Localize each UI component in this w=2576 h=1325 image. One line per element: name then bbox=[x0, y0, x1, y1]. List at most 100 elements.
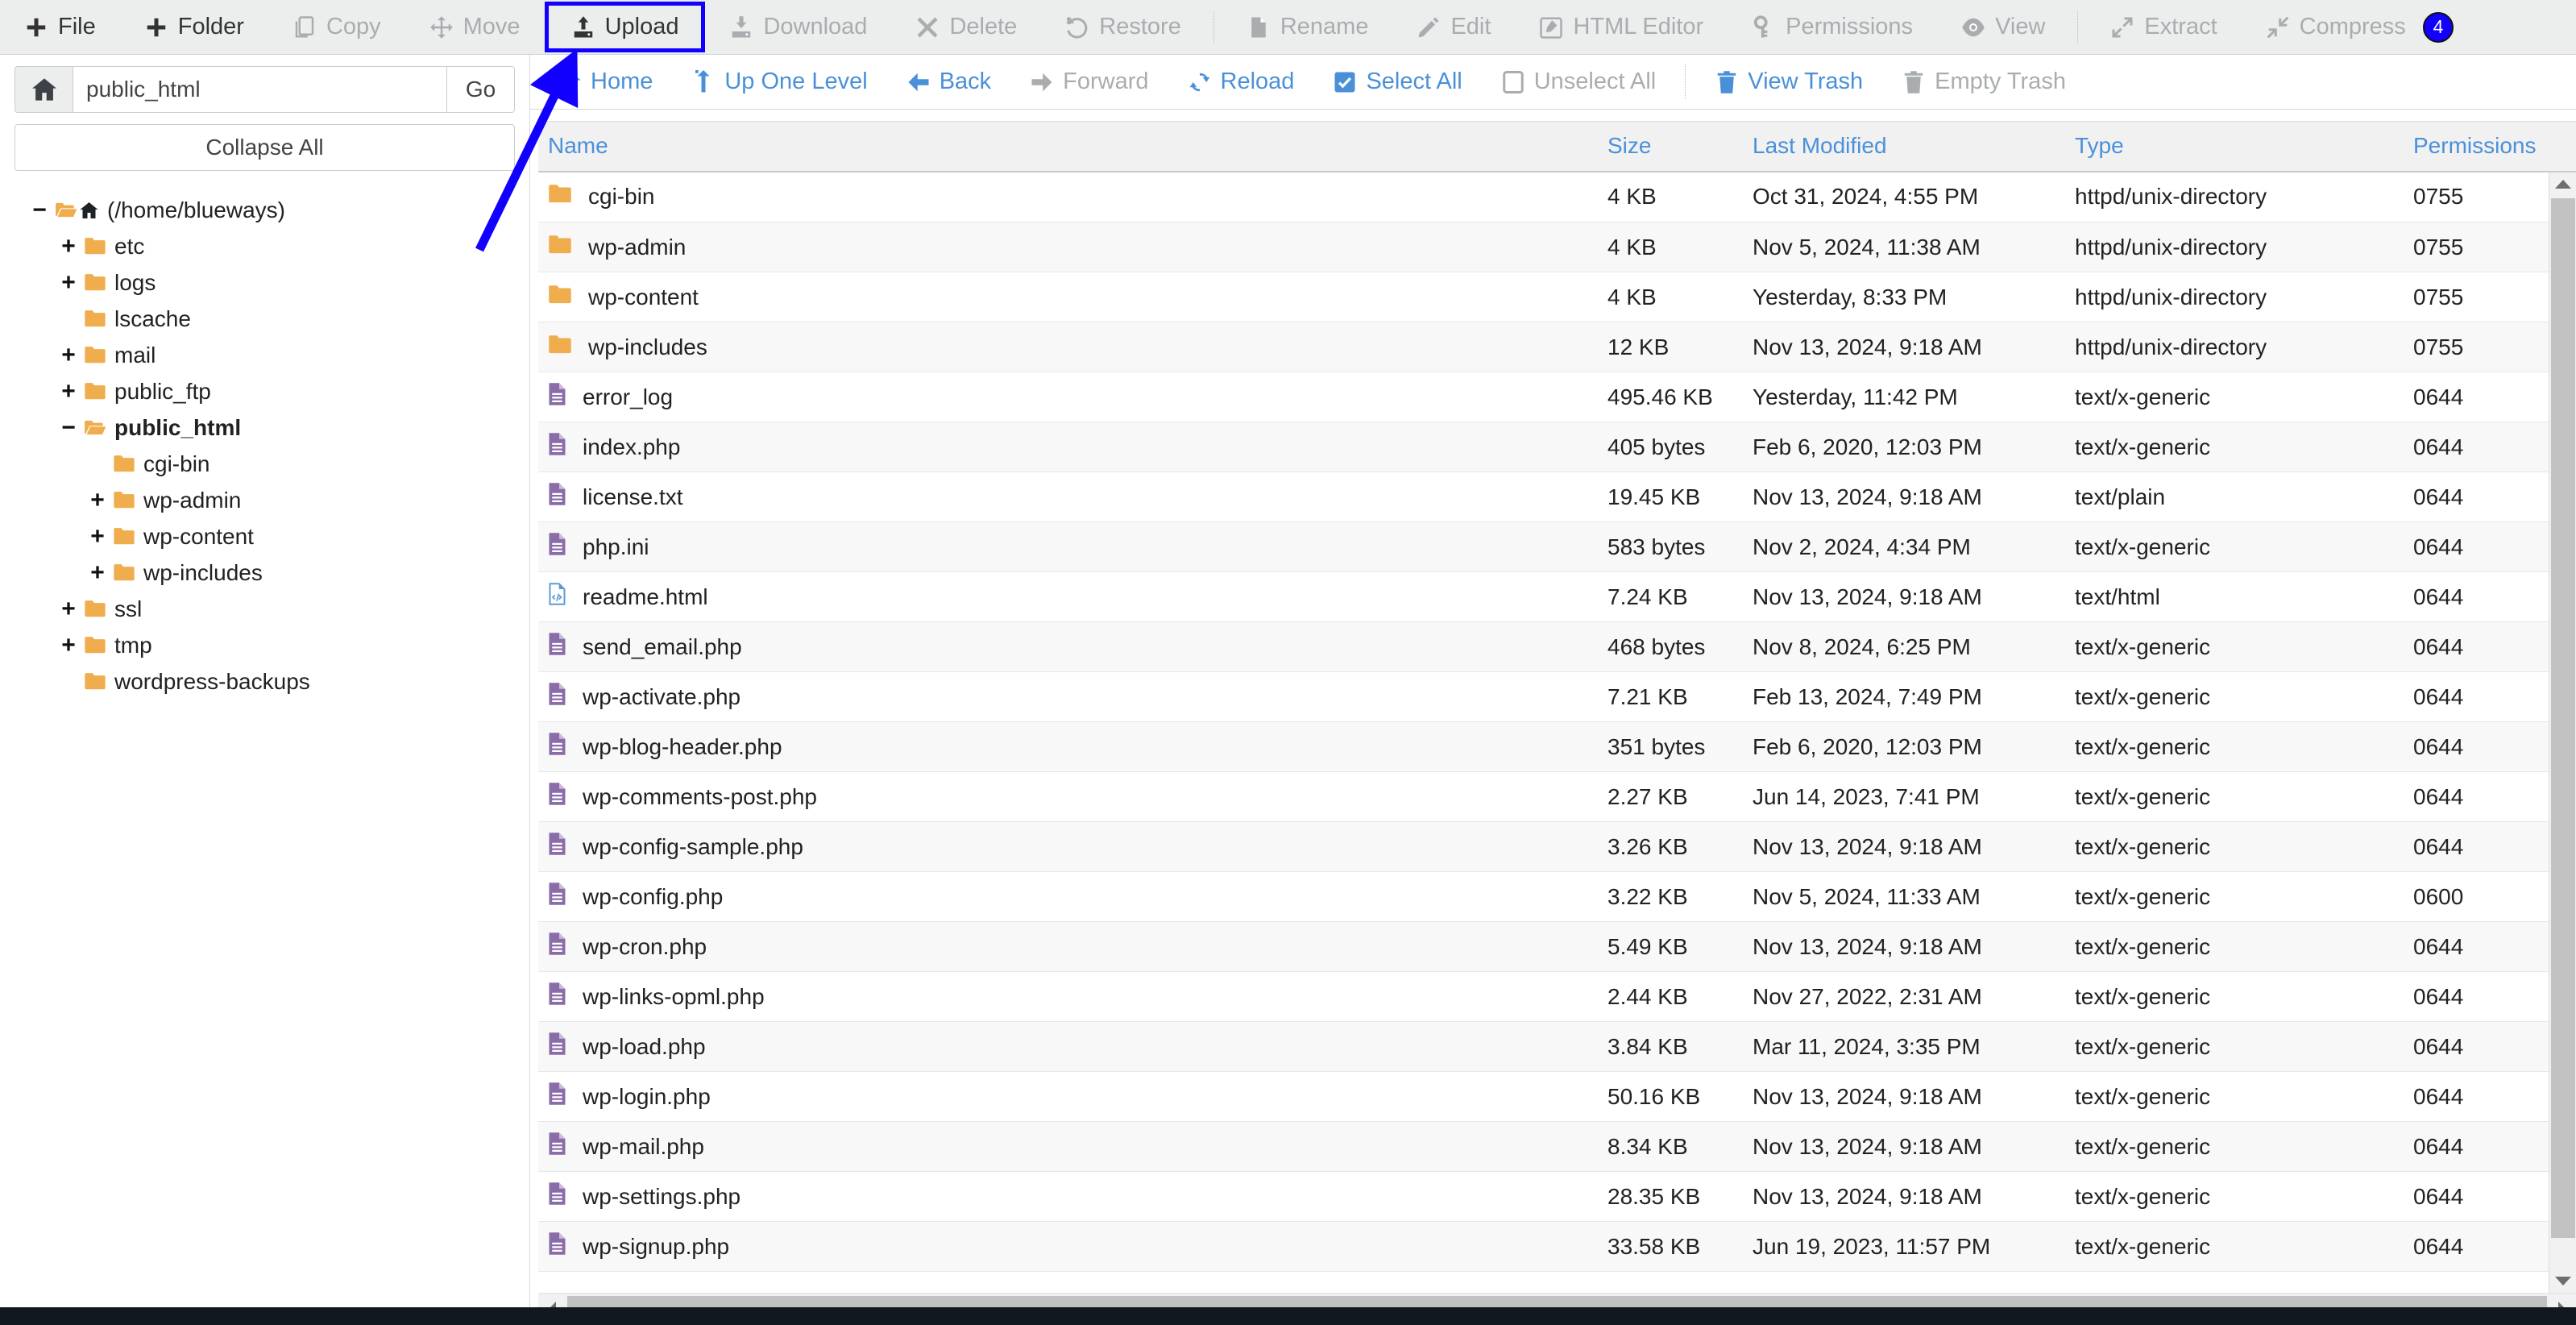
column-header-permissions[interactable]: Permissions bbox=[2404, 121, 2576, 172]
cell-name[interactable]: wp-cron.php bbox=[538, 921, 1598, 972]
key-icon bbox=[1754, 15, 1768, 37]
scroll-up-arrow[interactable] bbox=[2549, 172, 2576, 197]
vertical-scrollbar[interactable] bbox=[2549, 172, 2576, 1293]
file-name-label: wp-activate.php bbox=[583, 683, 741, 709]
tree-item-wp-admin[interactable]: + wp-admin bbox=[0, 482, 529, 518]
scroll-down-arrow[interactable] bbox=[2549, 1269, 2576, 1293]
table-row[interactable]: php.ini 583 bytes Nov 2, 2024, 4:34 PM text… bbox=[538, 521, 2549, 572]
collapse-all-button[interactable]: Collapse All bbox=[15, 124, 515, 171]
tree-toggle-icon[interactable]: + bbox=[56, 378, 81, 405]
nav-button-home[interactable]: Home bbox=[538, 69, 672, 95]
cell-last-modified: Nov 13, 2024, 9:18 AM bbox=[1743, 1171, 2065, 1222]
tree-item-mail[interactable]: + mail bbox=[0, 337, 529, 373]
tree-toggle-icon[interactable]: + bbox=[85, 523, 110, 550]
path-input[interactable] bbox=[73, 66, 447, 113]
cell-name[interactable]: php.ini bbox=[538, 521, 1598, 572]
table-row[interactable]: license.txt 19.45 KB Nov 13, 2024, 9:18 AM… bbox=[538, 471, 2549, 522]
toolbar-button-label: Edit bbox=[1450, 14, 1491, 39]
tree-item--home-blueways-[interactable]: − (/home/blueways) bbox=[0, 192, 529, 228]
cell-name[interactable]: wp-settings.php bbox=[538, 1171, 1598, 1222]
tree-item-etc[interactable]: + etc bbox=[0, 228, 529, 264]
table-row[interactable]: index.php 405 bytes Feb 6, 2020, 12:03 PM t… bbox=[538, 422, 2549, 472]
tree-toggle-icon[interactable]: + bbox=[56, 596, 81, 623]
path-home-button[interactable] bbox=[15, 66, 73, 113]
cell-name[interactable]: send_email.php bbox=[538, 621, 1598, 672]
tree-toggle-icon[interactable]: + bbox=[56, 233, 81, 260]
tree-toggle-icon[interactable]: + bbox=[56, 342, 81, 369]
move-icon bbox=[429, 15, 454, 39]
tree-item-public_ftp[interactable]: + public_ftp bbox=[0, 373, 529, 409]
tree-item-lscache[interactable]: + lscache bbox=[0, 301, 529, 337]
tree-toggle-icon[interactable]: + bbox=[85, 487, 110, 514]
nav-button-view-trash[interactable]: View Trash bbox=[1695, 69, 1882, 95]
cell-name[interactable]: wp-load.php bbox=[538, 1021, 1598, 1072]
toolbar-button-file[interactable]: File bbox=[0, 0, 120, 54]
tree-toggle-icon[interactable]: + bbox=[56, 632, 81, 659]
folder-icon bbox=[114, 455, 135, 472]
cell-name[interactable]: error_log bbox=[538, 372, 1598, 422]
cell-name[interactable]: wp-includes bbox=[538, 322, 1598, 372]
cell-name[interactable]: wp-blog-header.php bbox=[538, 721, 1598, 772]
cell-name[interactable]: index.php bbox=[538, 422, 1598, 472]
tree-toggle-icon[interactable]: − bbox=[56, 414, 81, 442]
table-row[interactable]: wp-load.php 3.84 KB Mar 11, 2024, 3:35 PM t… bbox=[538, 1021, 2549, 1072]
table-row[interactable]: readme.html 7.24 KB Nov 13, 2024, 9:18 AM t… bbox=[538, 571, 2549, 622]
column-header-last-modified[interactable]: Last Modified bbox=[1743, 121, 2065, 172]
table-row[interactable]: wp-content 4 KB Yesterday, 8:33 PM httpd/un… bbox=[538, 272, 2549, 322]
cell-name[interactable]: wp-login.php bbox=[538, 1071, 1598, 1122]
tree-item-logs[interactable]: + logs bbox=[0, 264, 529, 301]
table-row[interactable]: wp-config.php 3.22 KB Nov 5, 2024, 11:33 A… bbox=[538, 871, 2549, 922]
cell-name[interactable]: wp-links-opml.php bbox=[538, 971, 1598, 1022]
go-button[interactable]: Go bbox=[447, 66, 515, 113]
cell-name[interactable]: wp-mail.php bbox=[538, 1121, 1598, 1172]
table-row[interactable]: wp-blog-header.php 351 bytes Feb 6, 2020, … bbox=[538, 721, 2549, 772]
cell-permissions: 0644 bbox=[2404, 1221, 2549, 1272]
cell-name[interactable]: wp-config-sample.php bbox=[538, 821, 1598, 872]
column-header-size[interactable]: Size bbox=[1598, 121, 1743, 172]
nav-button-up-one-level[interactable]: Up One Level bbox=[672, 69, 886, 95]
cell-name[interactable]: license.txt bbox=[538, 471, 1598, 522]
cell-name[interactable]: wp-content bbox=[538, 272, 1598, 322]
tree-item-wp-includes[interactable]: + wp-includes bbox=[0, 555, 529, 591]
cell-name[interactable]: wp-signup.php bbox=[538, 1221, 1598, 1272]
tree-item-ssl[interactable]: + ssl bbox=[0, 591, 529, 627]
cell-name[interactable]: wp-comments-post.php bbox=[538, 771, 1598, 822]
table-row[interactable]: wp-mail.php 8.34 KB Nov 13, 2024, 9:18 AM t… bbox=[538, 1121, 2549, 1172]
nav-button-reload[interactable]: Reload bbox=[1168, 69, 1314, 95]
tree-item-cgi-bin[interactable]: + cgi-bin bbox=[0, 446, 529, 482]
table-row[interactable]: send_email.php 468 bytes Nov 8, 2024, 6:25… bbox=[538, 621, 2549, 672]
tree-item-wp-content[interactable]: + wp-content bbox=[0, 518, 529, 555]
table-row[interactable]: wp-cron.php 5.49 KB Nov 13, 2024, 9:18 AM t… bbox=[538, 921, 2549, 972]
column-header-type[interactable]: Type bbox=[2065, 121, 2404, 172]
vertical-scroll-thumb[interactable] bbox=[2551, 197, 2575, 1238]
table-row[interactable]: wp-admin 4 KB Nov 5, 2024, 11:38 AM httpd/u… bbox=[538, 222, 2549, 272]
cell-name[interactable]: wp-activate.php bbox=[538, 671, 1598, 722]
cell-name[interactable]: cgi-bin bbox=[538, 172, 1598, 222]
table-row[interactable]: wp-settings.php 28.35 KB Nov 13, 2024, 9:1… bbox=[538, 1171, 2549, 1222]
tree-toggle-icon[interactable]: − bbox=[27, 197, 52, 224]
nav-button-select-all[interactable]: Select All bbox=[1313, 69, 1481, 95]
tree-item-public_html[interactable]: − public_html bbox=[0, 409, 529, 446]
table-row[interactable]: wp-comments-post.php 2.27 KB Jun 14, 2023,… bbox=[538, 771, 2549, 822]
table-row[interactable]: wp-signup.php 33.58 KB Jun 19, 2023, 11:57… bbox=[538, 1221, 2549, 1272]
toolbar-button-upload[interactable]: Upload bbox=[544, 2, 706, 52]
tree-toggle-icon[interactable]: + bbox=[85, 559, 110, 587]
tree-item-wordpress-backups[interactable]: + wordpress-backups bbox=[0, 663, 529, 700]
table-row[interactable]: wp-activate.php 7.21 KB Feb 13, 2024, 7:49… bbox=[538, 671, 2549, 722]
column-header-name[interactable]: Name bbox=[538, 121, 1598, 172]
tree-item-tmp[interactable]: + tmp bbox=[0, 627, 529, 663]
table-row[interactable]: error_log 495.46 KB Yesterday, 11:42 PM tex… bbox=[538, 372, 2549, 422]
cell-name[interactable]: wp-config.php bbox=[538, 871, 1598, 922]
table-row[interactable]: cgi-bin 4 KB Oct 31, 2024, 4:55 PM httpd/un… bbox=[538, 172, 2549, 222]
cell-name[interactable]: readme.html bbox=[538, 571, 1598, 622]
tree-toggle-icon[interactable]: + bbox=[56, 269, 81, 297]
toolbar-button-restore: Restore bbox=[1041, 0, 1205, 54]
tree-toggle-icon: + bbox=[56, 668, 81, 696]
table-row[interactable]: wp-login.php 50.16 KB Nov 13, 2024, 9:18 A… bbox=[538, 1071, 2549, 1122]
nav-button-back[interactable]: Back bbox=[887, 69, 1010, 95]
cell-name[interactable]: wp-admin bbox=[538, 222, 1598, 272]
table-row[interactable]: wp-includes 12 KB Nov 13, 2024, 9:18 AM htt… bbox=[538, 322, 2549, 372]
table-row[interactable]: wp-config-sample.php 3.26 KB Nov 13, 2024,… bbox=[538, 821, 2549, 872]
table-row[interactable]: wp-links-opml.php 2.44 KB Nov 27, 2022, 2:… bbox=[538, 971, 2549, 1022]
toolbar-button-folder[interactable]: Folder bbox=[120, 0, 268, 54]
